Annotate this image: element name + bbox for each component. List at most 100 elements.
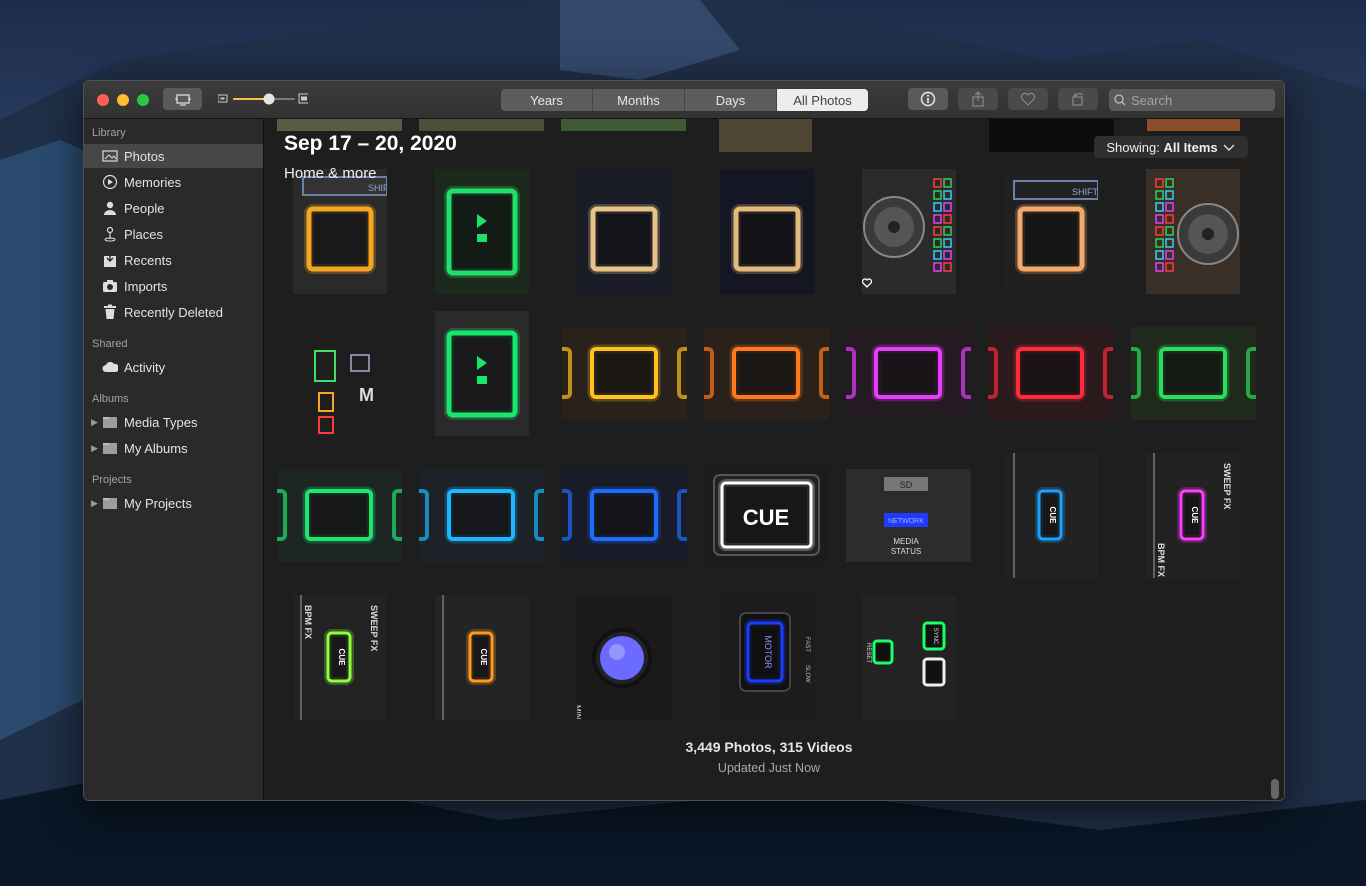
svg-text:CUE: CUE xyxy=(337,649,346,667)
disclosure-triangle-icon[interactable]: ▶ xyxy=(91,498,98,509)
photo-thumbnail[interactable] xyxy=(1147,119,1240,131)
view-segmented-control: Years Months Days All Photos xyxy=(501,89,868,111)
photo-thumbnail[interactable] xyxy=(277,469,402,562)
svg-text:M: M xyxy=(359,385,374,405)
sidebar-item-label: Media Types xyxy=(124,414,198,430)
photos-window: Years Months Days All Photos Library Pho… xyxy=(83,80,1285,801)
showing-filter-button[interactable]: Showing: All Items xyxy=(1094,136,1248,158)
recents-icon xyxy=(102,252,118,268)
showing-value: All Items xyxy=(1163,139,1218,155)
tab-years[interactable]: Years xyxy=(501,89,593,111)
photo-thumbnail[interactable] xyxy=(561,119,686,131)
scrollbar-thumb[interactable] xyxy=(1271,779,1279,799)
photo-thumbnail[interactable]: MOTOR FAST SLOW xyxy=(720,595,814,720)
tab-all-photos[interactable]: All Photos xyxy=(777,89,868,111)
photo-thumbnail[interactable] xyxy=(1131,327,1256,420)
sidebar-item-label: Recents xyxy=(124,252,172,268)
close-window-button[interactable] xyxy=(97,94,109,106)
person-icon xyxy=(102,200,118,216)
sidebar-item-memories[interactable]: Memories xyxy=(84,170,263,194)
photo-thumbnail[interactable] xyxy=(577,169,671,294)
svg-text:SHIFT: SHIFT xyxy=(368,183,387,193)
photo-thumbnail[interactable] xyxy=(988,327,1113,420)
sidebar-item-label: My Albums xyxy=(124,440,188,456)
camera-icon xyxy=(102,278,118,294)
sidebar-item-people[interactable]: People xyxy=(84,196,263,220)
svg-text:SLOW: SLOW xyxy=(804,665,810,683)
photo-thumbnail[interactable] xyxy=(862,169,956,294)
sidebar-item-label: Memories xyxy=(124,174,182,190)
folder-icon xyxy=(102,414,118,430)
search-input[interactable] xyxy=(1131,92,1261,108)
disclosure-triangle-icon[interactable]: ▶ xyxy=(91,443,98,454)
minimize-window-button[interactable] xyxy=(117,94,129,106)
sidebar-item-media-types[interactable]: ▶ Media Types xyxy=(84,410,263,434)
memories-icon xyxy=(102,174,118,190)
pin-icon xyxy=(102,226,118,242)
photo-thumbnail[interactable] xyxy=(419,119,544,131)
tab-months[interactable]: Months xyxy=(593,89,685,111)
photo-thumbnail[interactable] xyxy=(435,311,529,436)
photo-thumbnail[interactable]: CUE BPM FX SWEEP FX xyxy=(1146,453,1240,578)
photo-thumbnail[interactable]: CUE BPM FX SWEEP FX xyxy=(293,595,387,720)
sidebar-item-photos[interactable]: Photos xyxy=(84,144,263,168)
svg-text:MIN: MIN xyxy=(577,705,582,720)
share-button[interactable] xyxy=(958,88,998,110)
sidebar-item-activity[interactable]: Activity xyxy=(84,355,263,379)
folder-icon xyxy=(102,440,118,456)
svg-text:BPM FX: BPM FX xyxy=(303,605,313,639)
photo-thumbnail[interactable] xyxy=(1146,169,1240,294)
search-field[interactable] xyxy=(1109,89,1275,111)
heart-icon xyxy=(1020,92,1036,106)
trash-icon xyxy=(102,304,118,320)
photo-thumbnail[interactable]: CUE xyxy=(435,595,529,720)
sidebar-item-my-albums[interactable]: ▶ My Albums xyxy=(84,436,263,460)
chevron-down-icon xyxy=(1223,144,1235,151)
rotate-icon xyxy=(1072,92,1084,106)
sidebar-toggle-button[interactable] xyxy=(163,88,202,110)
photo-thumbnail[interactable] xyxy=(435,169,529,294)
section-header-projects: Projects xyxy=(92,474,132,486)
sidebar-item-label: Photos xyxy=(124,148,165,164)
sidebar-item-my-projects[interactable]: ▶ My Projects xyxy=(84,491,263,515)
photo-thumbnail[interactable] xyxy=(704,327,829,420)
photo-thumbnail[interactable]: SD NETWORK MEDIA STATUS xyxy=(846,469,971,562)
photo-thumbnail[interactable]: SYNC RESET xyxy=(862,595,956,720)
sidebar-item-imports[interactable]: Imports xyxy=(84,274,263,298)
sidebar-item-places[interactable]: Places xyxy=(84,222,263,246)
sidebar-item-label: People xyxy=(124,200,165,216)
photo-thumbnail[interactable]: M xyxy=(293,311,387,436)
disclosure-triangle-icon[interactable]: ▶ xyxy=(91,417,98,428)
svg-text:MEDIA: MEDIA xyxy=(893,537,919,546)
photo-thumbnail[interactable] xyxy=(720,169,814,294)
photo-thumbnail[interactable] xyxy=(846,327,971,420)
sidebar-item-recents[interactable]: Recents xyxy=(84,248,263,272)
photo-thumbnail[interactable]: SHIFT xyxy=(293,169,387,294)
favorite-button[interactable] xyxy=(1008,88,1048,110)
photo-thumbnail[interactable]: MIN xyxy=(577,595,671,720)
photos-icon xyxy=(102,148,118,164)
photo-thumbnail[interactable]: CUE xyxy=(704,469,829,562)
sidebar-item-recently-deleted[interactable]: Recently Deleted xyxy=(84,300,263,324)
zoom-slider[interactable] xyxy=(217,92,310,106)
info-icon xyxy=(920,91,936,107)
tab-days[interactable]: Days xyxy=(685,89,777,111)
photo-thumbnail[interactable]: SHIFT xyxy=(1004,169,1098,294)
rotate-button[interactable] xyxy=(1058,88,1098,110)
date-range-title: Sep 17 – 20, 2020 xyxy=(284,132,457,155)
photo-thumbnail[interactable] xyxy=(719,119,812,152)
photo-grid: Sep 17 – 20, 2020 Showing: All Items SHI… xyxy=(264,119,1284,800)
svg-text:CUE: CUE xyxy=(1190,507,1199,525)
svg-text:SHIFT: SHIFT xyxy=(1072,187,1098,197)
svg-text:SD: SD xyxy=(900,480,913,490)
photo-thumbnail[interactable] xyxy=(419,469,544,562)
svg-text:SYNC: SYNC xyxy=(932,628,938,645)
cloud-icon xyxy=(102,359,118,375)
photo-thumbnail[interactable] xyxy=(277,119,402,131)
info-button[interactable] xyxy=(908,88,948,110)
photo-thumbnail[interactable] xyxy=(562,469,687,562)
zoom-window-button[interactable] xyxy=(137,94,149,106)
photo-thumbnail[interactable]: CUE xyxy=(1004,453,1098,578)
photo-thumbnail[interactable] xyxy=(562,327,687,420)
section-header-library: Library xyxy=(92,127,126,139)
